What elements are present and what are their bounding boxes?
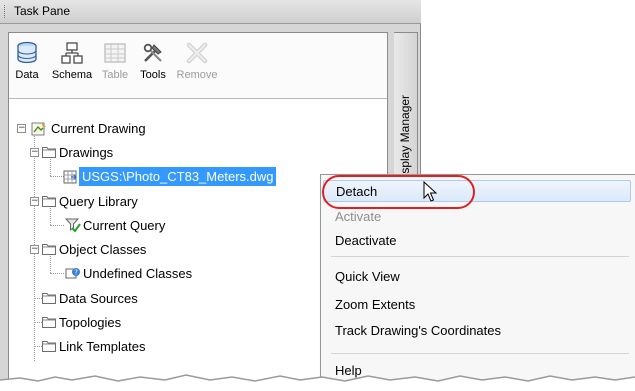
attached-drawing-icon <box>63 170 77 184</box>
tree-node-object-classes[interactable]: − Object Classes <box>9 240 209 260</box>
undefined-class-icon: ? <box>65 268 80 279</box>
display-manager-tab-label: Display Manager <box>398 94 412 185</box>
menu-item-track-coordinates[interactable]: Track Drawing's Coordinates <box>321 318 634 340</box>
folder-icon <box>42 244 56 255</box>
database-icon <box>17 41 37 64</box>
drawing-map-icon <box>31 122 46 136</box>
tree-node-data-sources[interactable]: Data Sources <box>9 289 209 309</box>
collapse-icon[interactable]: − <box>30 148 39 157</box>
collapse-icon[interactable]: − <box>30 197 39 206</box>
folder-icon <box>42 196 56 207</box>
tree-node-link-templates[interactable]: Link Templates <box>9 337 209 357</box>
query-filter-icon <box>65 218 81 232</box>
menu-item-deactivate[interactable]: Deactivate <box>321 229 634 251</box>
tools-button-label: Tools <box>140 69 166 81</box>
selected-drawing-label: USGS:\Photo_CT83_Meters.dwg <box>79 167 277 186</box>
collapse-icon[interactable]: − <box>30 245 39 254</box>
schema-button[interactable]: Schema <box>47 41 97 93</box>
torn-edge <box>0 374 635 391</box>
menu-item-label: Track Drawing's Coordinates <box>335 323 502 338</box>
mouse-pointer-icon <box>423 181 437 202</box>
schema-icon <box>61 42 83 64</box>
menu-item-label: Quick View <box>335 269 400 284</box>
tree-node-current-drawing[interactable]: − Current Drawing <box>9 119 269 139</box>
data-button-label: Data <box>15 69 39 81</box>
drag-grip-icon[interactable] <box>4 5 7 18</box>
highlight-ring <box>322 175 475 209</box>
folder-icon <box>42 147 56 158</box>
tree-node-current-query[interactable]: Current Query <box>9 216 209 236</box>
tree-label: Data Sources <box>59 291 138 306</box>
tree-label: Object Classes <box>59 242 147 257</box>
tree-label: Link Templates <box>59 339 146 354</box>
table-button-label: Table <box>101 69 129 81</box>
tree-label: Topologies <box>59 315 122 330</box>
task-pane-title: Task Pane <box>14 4 71 18</box>
tree-node-drawings[interactable]: − Drawings <box>9 143 209 163</box>
menu-item-zoom-extents[interactable]: Zoom Extents <box>321 291 634 313</box>
tree-label: Current Drawing <box>51 121 146 136</box>
tree-label: Drawings <box>59 145 114 160</box>
tools-button[interactable]: Tools <box>133 41 173 93</box>
explorer-toolbar: Data Schema Table Tools Remove <box>9 33 387 99</box>
folder-icon <box>42 293 56 304</box>
tree-node-topologies[interactable]: Topologies <box>9 313 209 333</box>
menu-separator <box>331 256 629 257</box>
tree-label: Current Query <box>83 218 166 233</box>
menu-item-quick-view[interactable]: Quick View <box>321 260 634 284</box>
folder-icon <box>42 317 56 328</box>
remove-button[interactable]: Remove <box>173 41 221 93</box>
schema-button-label: Schema <box>51 69 93 81</box>
svg-text:?: ? <box>74 269 78 277</box>
remove-icon <box>186 42 208 64</box>
menu-item-label: Deactivate <box>335 233 397 248</box>
tree-node-undefined-classes[interactable]: ? Undefined Classes <box>9 264 229 284</box>
tools-icon <box>143 43 162 62</box>
remove-button-label: Remove <box>176 69 218 81</box>
data-button[interactable]: Data <box>11 41 43 93</box>
tree-node-query-library[interactable]: − Query Library <box>9 192 209 212</box>
display-manager-tab[interactable]: Display Manager <box>394 32 418 190</box>
menu-item-label: Zoom Extents <box>335 297 416 312</box>
task-pane-titlebar[interactable]: Task Pane <box>0 0 421 24</box>
table-icon <box>104 43 126 63</box>
table-button[interactable]: Table <box>97 41 133 93</box>
tree-node-attached-drawing[interactable]: USGS:\Photo_CT83_Meters.dwg <box>9 167 359 187</box>
collapse-icon[interactable]: − <box>17 124 26 133</box>
tree-label: Undefined Classes <box>83 266 193 281</box>
menu-item-label: Activate <box>335 209 382 224</box>
tree-label: Query Library <box>59 194 138 209</box>
folder-icon <box>42 341 56 352</box>
menu-separator <box>331 353 629 354</box>
